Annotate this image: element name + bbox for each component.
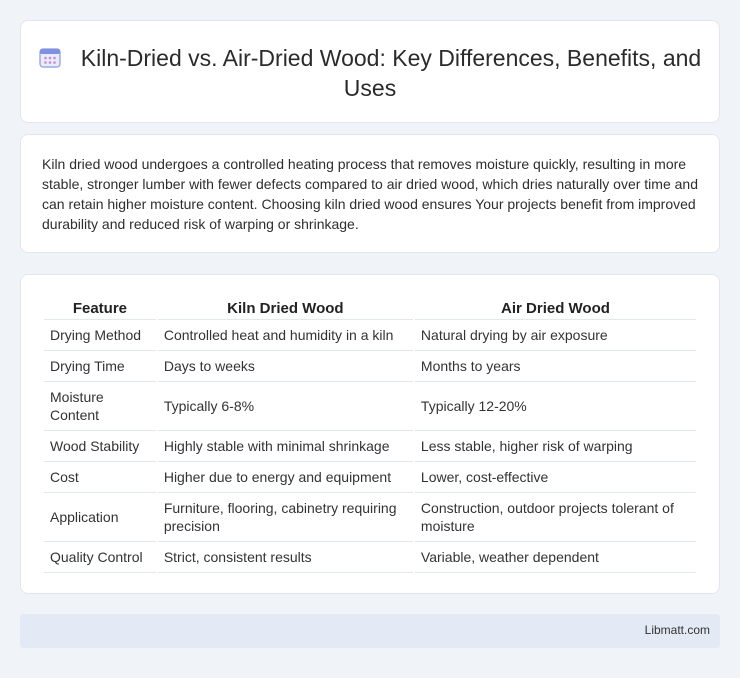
air-cell: Lower, cost-effective bbox=[414, 462, 696, 493]
air-cell: Natural drying by air exposure bbox=[414, 320, 696, 351]
feature-cell: Quality Control bbox=[44, 542, 156, 573]
table-row: Quality Control Strict, consistent resul… bbox=[44, 542, 696, 573]
feature-cell: Drying Time bbox=[44, 351, 156, 382]
comparison-card: Feature Kiln Dried Wood Air Dried Wood D… bbox=[20, 274, 720, 594]
table-row: Drying Time Days to weeks Months to year… bbox=[44, 351, 696, 382]
intro-card: Kiln dried wood undergoes a controlled h… bbox=[20, 134, 720, 253]
feature-cell: Moisture Content bbox=[44, 382, 156, 431]
air-cell: Less stable, higher risk of warping bbox=[414, 431, 696, 462]
page-title: Kiln-Dried vs. Air-Dried Wood: Key Diffe… bbox=[80, 45, 702, 101]
comparison-table: Feature Kiln Dried Wood Air Dried Wood D… bbox=[42, 296, 698, 573]
table-header-row: Feature Kiln Dried Wood Air Dried Wood bbox=[44, 296, 696, 320]
table-row: Drying Method Controlled heat and humidi… bbox=[44, 320, 696, 351]
kiln-cell: Typically 6-8% bbox=[157, 382, 413, 431]
feature-cell: Wood Stability bbox=[44, 431, 156, 462]
footer-bar: Libmatt.com bbox=[20, 614, 720, 648]
feature-cell: Drying Method bbox=[44, 320, 156, 351]
intro-paragraph: Kiln dried wood undergoes a controlled h… bbox=[42, 156, 698, 232]
air-cell: Variable, weather dependent bbox=[414, 542, 696, 573]
calendar-icon bbox=[39, 48, 61, 68]
footer-brand-link[interactable]: Libmatt.com bbox=[645, 623, 710, 637]
kiln-cell: Controlled heat and humidity in a kiln bbox=[157, 320, 413, 351]
air-cell: Months to years bbox=[414, 351, 696, 382]
table-row: Wood Stability Highly stable with minima… bbox=[44, 431, 696, 462]
header-feature: Feature bbox=[44, 296, 156, 320]
air-cell: Typically 12-20% bbox=[414, 382, 696, 431]
page-title-block: Kiln-Dried vs. Air-Dried Wood: Key Diffe… bbox=[21, 43, 719, 103]
table-row: Application Furniture, flooring, cabinet… bbox=[44, 493, 696, 542]
kiln-cell: Highly stable with minimal shrinkage bbox=[157, 431, 413, 462]
feature-cell: Application bbox=[44, 493, 156, 542]
air-cell: Construction, outdoor projects tolerant … bbox=[414, 493, 696, 542]
header-kiln-dried: Kiln Dried Wood bbox=[157, 296, 413, 320]
table-row: Moisture Content Typically 6-8% Typicall… bbox=[44, 382, 696, 431]
title-card: Kiln-Dried vs. Air-Dried Wood: Key Diffe… bbox=[20, 20, 720, 123]
kiln-cell: Furniture, flooring, cabinetry requiring… bbox=[157, 493, 413, 542]
kiln-cell: Days to weeks bbox=[157, 351, 413, 382]
kiln-cell: Higher due to energy and equipment bbox=[157, 462, 413, 493]
header-air-dried: Air Dried Wood bbox=[414, 296, 696, 320]
feature-cell: Cost bbox=[44, 462, 156, 493]
kiln-cell: Strict, consistent results bbox=[157, 542, 413, 573]
table-row: Cost Higher due to energy and equipment … bbox=[44, 462, 696, 493]
